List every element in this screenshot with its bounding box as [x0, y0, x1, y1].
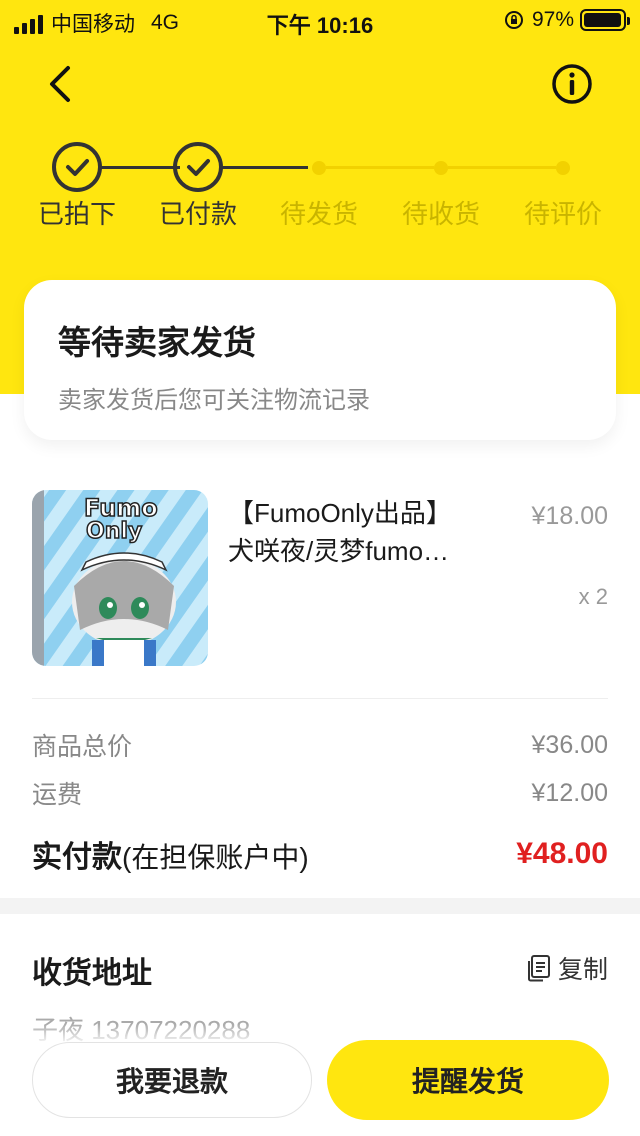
product-quantity: x 2 — [578, 584, 608, 609]
step-label: 已拍下 — [37, 199, 116, 229]
copy-icon — [527, 955, 550, 982]
section-gap — [0, 898, 640, 914]
thumb-label-1: Fumo — [84, 494, 158, 522]
order-progress: 已拍下 已付款 待发货 待收货 待评价 — [0, 140, 640, 240]
step-label: 待收货 — [401, 199, 480, 229]
rotation-lock-icon — [504, 11, 523, 29]
step-dot — [556, 161, 570, 175]
status-title: 等待卖家发货 — [58, 324, 256, 361]
shipping-row: 运费 ¥12.00 — [32, 775, 608, 811]
battery-percent: 97% — [531, 8, 574, 31]
progress-line-4 — [448, 166, 556, 169]
product-image: Fumo Only — [32, 490, 208, 666]
copy-button[interactable]: 复制 — [526, 950, 608, 986]
order-detail-page: 中国移动 4G 下午 10:16 97% 已拍下 已付款 待发货 待收货 待评价… — [0, 0, 640, 1136]
remind-ship-button[interactable]: 提醒发货 — [327, 1040, 609, 1120]
status-bar: 中国移动 4G 下午 10:16 97% — [0, 0, 640, 42]
product-item[interactable]: Fumo Only 【FumoOnly出品】 犬咲夜/灵梦fumo… ¥18.0… — [32, 490, 608, 670]
step-check-icon — [173, 142, 223, 192]
step-label: 已付款 — [158, 199, 237, 229]
shipping-value: ¥12.00 — [531, 778, 608, 807]
paid-note: (在担保账户中) — [122, 842, 309, 873]
product-title-line2: 犬咲夜/灵梦fumo… — [228, 536, 450, 566]
battery-icon — [580, 9, 630, 31]
product-price: ¥18.00 — [531, 502, 608, 530]
step-label: 待评价 — [523, 199, 602, 229]
shipping-label: 运费 — [32, 781, 83, 809]
back-button[interactable] — [40, 62, 84, 106]
progress-line-3 — [326, 166, 434, 169]
battery-fill — [584, 13, 621, 27]
divider — [32, 698, 608, 699]
chevron-left-icon — [50, 66, 70, 102]
step-check-icon — [52, 142, 102, 192]
paid-row: 实付款(在担保账户中) ¥48.00 — [32, 832, 608, 876]
info-button[interactable] — [550, 62, 594, 106]
copy-label: 复制 — [557, 956, 608, 984]
goods-total-value: ¥36.00 — [531, 730, 608, 759]
progress-line-1 — [101, 166, 180, 169]
progress-line-2 — [222, 166, 308, 169]
product-thumbnail[interactable]: Fumo Only — [32, 490, 208, 666]
step-dot — [312, 161, 326, 175]
address-title: 收货地址 — [32, 957, 152, 990]
step-dot — [434, 161, 448, 175]
product-title-line1: 【FumoOnly出品】 — [228, 498, 452, 528]
product-title[interactable]: 【FumoOnly出品】 犬咲夜/灵梦fumo… — [228, 494, 498, 570]
order-status-card: 等待卖家发货 卖家发货后您可关注物流记录 — [24, 280, 616, 440]
status-subtitle: 卖家发货后您可关注物流记录 — [58, 387, 370, 414]
info-icon — [552, 64, 592, 104]
paid-value: ¥48.00 — [516, 837, 608, 870]
goods-total-row: 商品总价 ¥36.00 — [32, 727, 608, 763]
goods-total-label: 商品总价 — [32, 733, 133, 761]
step-label: 待发货 — [279, 199, 358, 229]
refund-button[interactable]: 我要退款 — [32, 1042, 312, 1118]
paid-label-main: 实付款 — [32, 841, 122, 874]
paid-label: 实付款(在担保账户中) — [32, 832, 309, 876]
thumb-label-2: Only — [86, 519, 142, 544]
